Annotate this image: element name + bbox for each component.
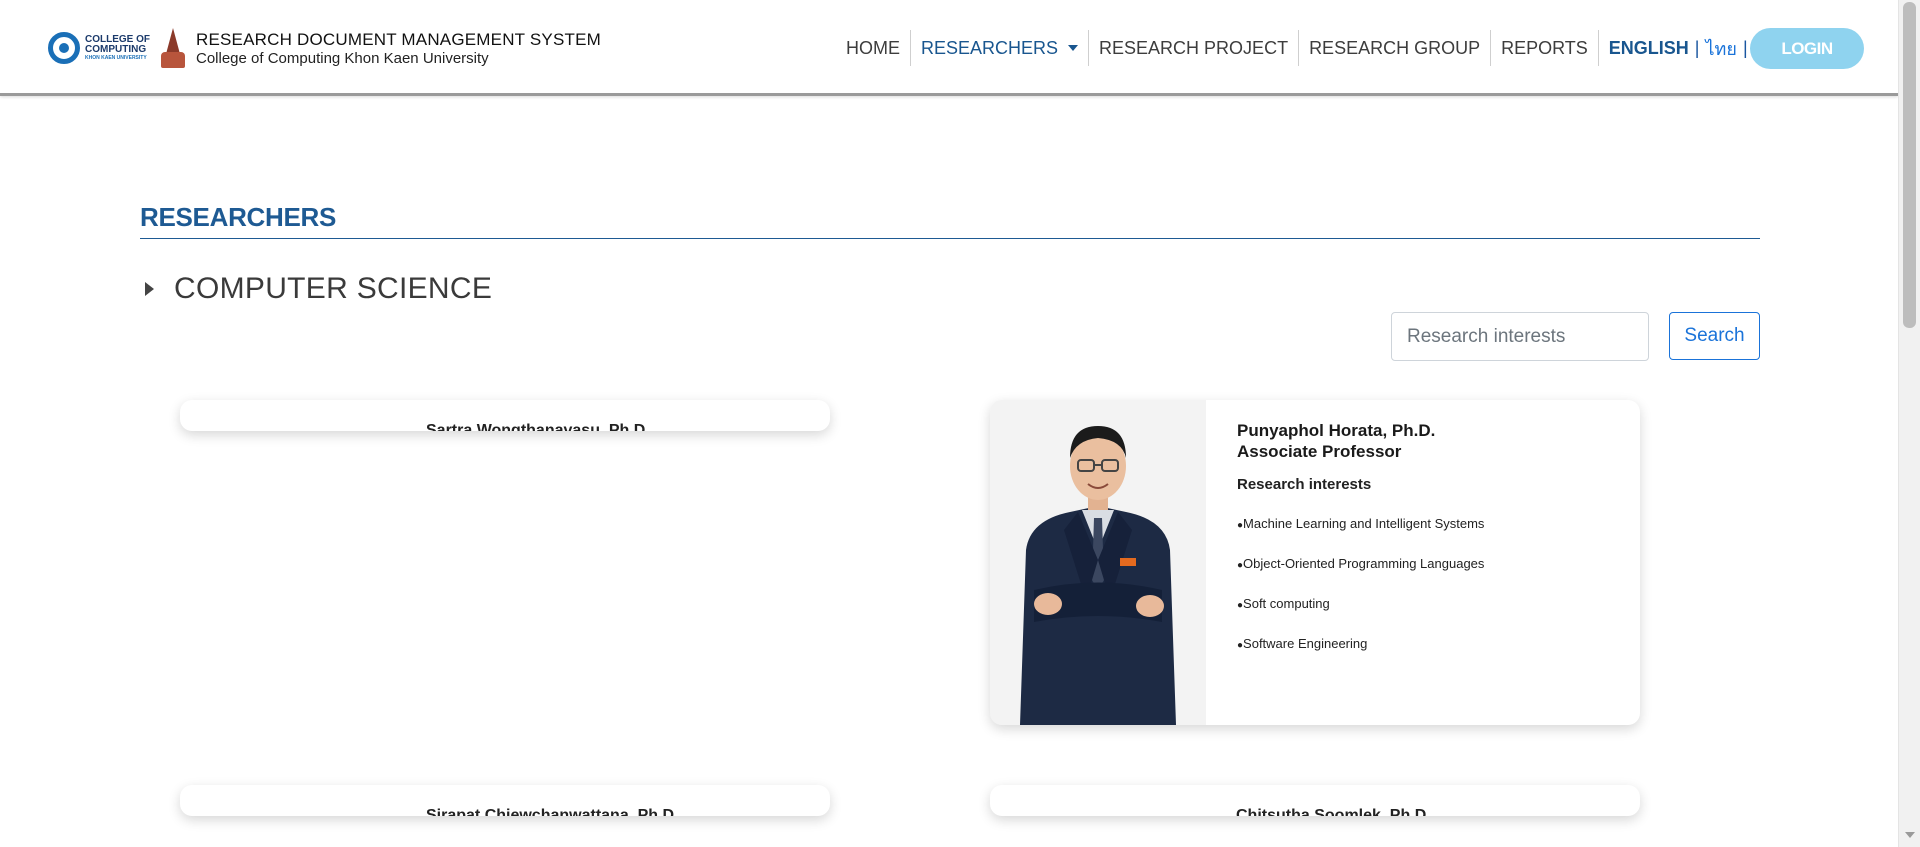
research-interest-item: Software Engineering bbox=[1237, 635, 1597, 675]
researcher-name: Sartra Wongthanavasu, Ph.D. bbox=[426, 422, 650, 431]
researcher-position: Associate Professor bbox=[1237, 442, 1402, 461]
main-nav: HOME RESEARCHERS RESEARCH PROJECT RESEAR… bbox=[836, 28, 1818, 68]
researcher-portrait-image bbox=[990, 400, 1206, 725]
login-button[interactable]: LOGIN bbox=[1750, 28, 1864, 69]
lang-english[interactable]: ENGLISH bbox=[1609, 38, 1689, 59]
researcher-info: Punyaphol Horata, Ph.D. Associate Profes… bbox=[1237, 420, 1597, 675]
caret-down-icon bbox=[1068, 45, 1079, 51]
department-title: COMPUTER SCIENCE bbox=[174, 272, 493, 305]
college-logo-text: COLLEGE OF COMPUTING KHON KAEN UNIVERSIT… bbox=[85, 33, 150, 62]
researcher-name: Chitsutha Soomlek, Ph.D. bbox=[1236, 807, 1431, 816]
researcher-name: Sirapat Chiewchanwattana, Ph.D. bbox=[426, 807, 679, 816]
researcher-card[interactable]: Sirapat Chiewchanwattana, Ph.D. bbox=[180, 785, 830, 816]
research-interests-label: Research interests bbox=[1237, 476, 1372, 493]
research-interest-item: Soft computing bbox=[1237, 595, 1597, 635]
page-title: RESEARCHERS bbox=[140, 202, 337, 232]
nav-research-group[interactable]: RESEARCH GROUP bbox=[1299, 30, 1492, 66]
nav-researchers-dropdown[interactable]: RESEARCHERS bbox=[911, 30, 1090, 66]
logo-line-1: COLLEGE OF bbox=[85, 33, 150, 45]
researcher-card[interactable]: Punyaphol Horata, Ph.D. Associate Profes… bbox=[990, 400, 1640, 725]
kku-seal-icon bbox=[160, 28, 186, 68]
scrollbar-thumb[interactable] bbox=[1903, 2, 1916, 328]
researcher-card[interactable]: Sartra Wongthanavasu, Ph.D. bbox=[180, 400, 830, 431]
nav-research-project[interactable]: RESEARCH PROJECT bbox=[1089, 30, 1300, 66]
brand[interactable]: COLLEGE OF COMPUTING KHON KAEN UNIVERSIT… bbox=[48, 26, 601, 70]
page-scrollbar[interactable] bbox=[1898, 0, 1920, 847]
research-interests-search-input[interactable] bbox=[1391, 312, 1649, 361]
logo-line-2: COMPUTING bbox=[85, 43, 147, 55]
lang-thai[interactable]: ไทย bbox=[1705, 34, 1736, 63]
logo-line-3: KHON KAEN UNIVERSITY bbox=[85, 54, 147, 61]
research-interests-list: Machine Learning and Intelligent Systems… bbox=[1237, 515, 1597, 675]
top-navbar: COLLEGE OF COMPUTING KHON KAEN UNIVERSIT… bbox=[0, 0, 1898, 96]
search-button[interactable]: Search bbox=[1669, 312, 1760, 360]
lang-separator: | bbox=[1742, 37, 1748, 58]
college-of-computing-logo-icon bbox=[48, 32, 80, 64]
research-interest-item: Object-Oriented Programming Languages bbox=[1237, 555, 1597, 595]
nav-researchers-label: RESEARCHERS bbox=[921, 37, 1059, 58]
site-subtitle: College of Computing Khon Kaen Universit… bbox=[196, 49, 489, 67]
lang-separator: | bbox=[1694, 37, 1700, 58]
nav-reports[interactable]: REPORTS bbox=[1491, 30, 1599, 66]
title-divider bbox=[140, 238, 1760, 239]
research-interest-item: Machine Learning and Intelligent Systems bbox=[1237, 515, 1597, 555]
scroll-down-arrow-icon[interactable] bbox=[1905, 832, 1915, 838]
researcher-photo bbox=[990, 400, 1206, 725]
nav-home[interactable]: HOME bbox=[836, 30, 911, 66]
researcher-card[interactable]: Chitsutha Soomlek, Ph.D. bbox=[990, 785, 1640, 816]
caret-right-icon bbox=[145, 282, 154, 296]
researcher-name[interactable]: Punyaphol Horata, Ph.D. bbox=[1237, 420, 1597, 441]
site-title: RESEARCH DOCUMENT MANAGEMENT SYSTEM bbox=[196, 29, 601, 49]
department-toggle[interactable]: COMPUTER SCIENCE bbox=[145, 272, 492, 306]
